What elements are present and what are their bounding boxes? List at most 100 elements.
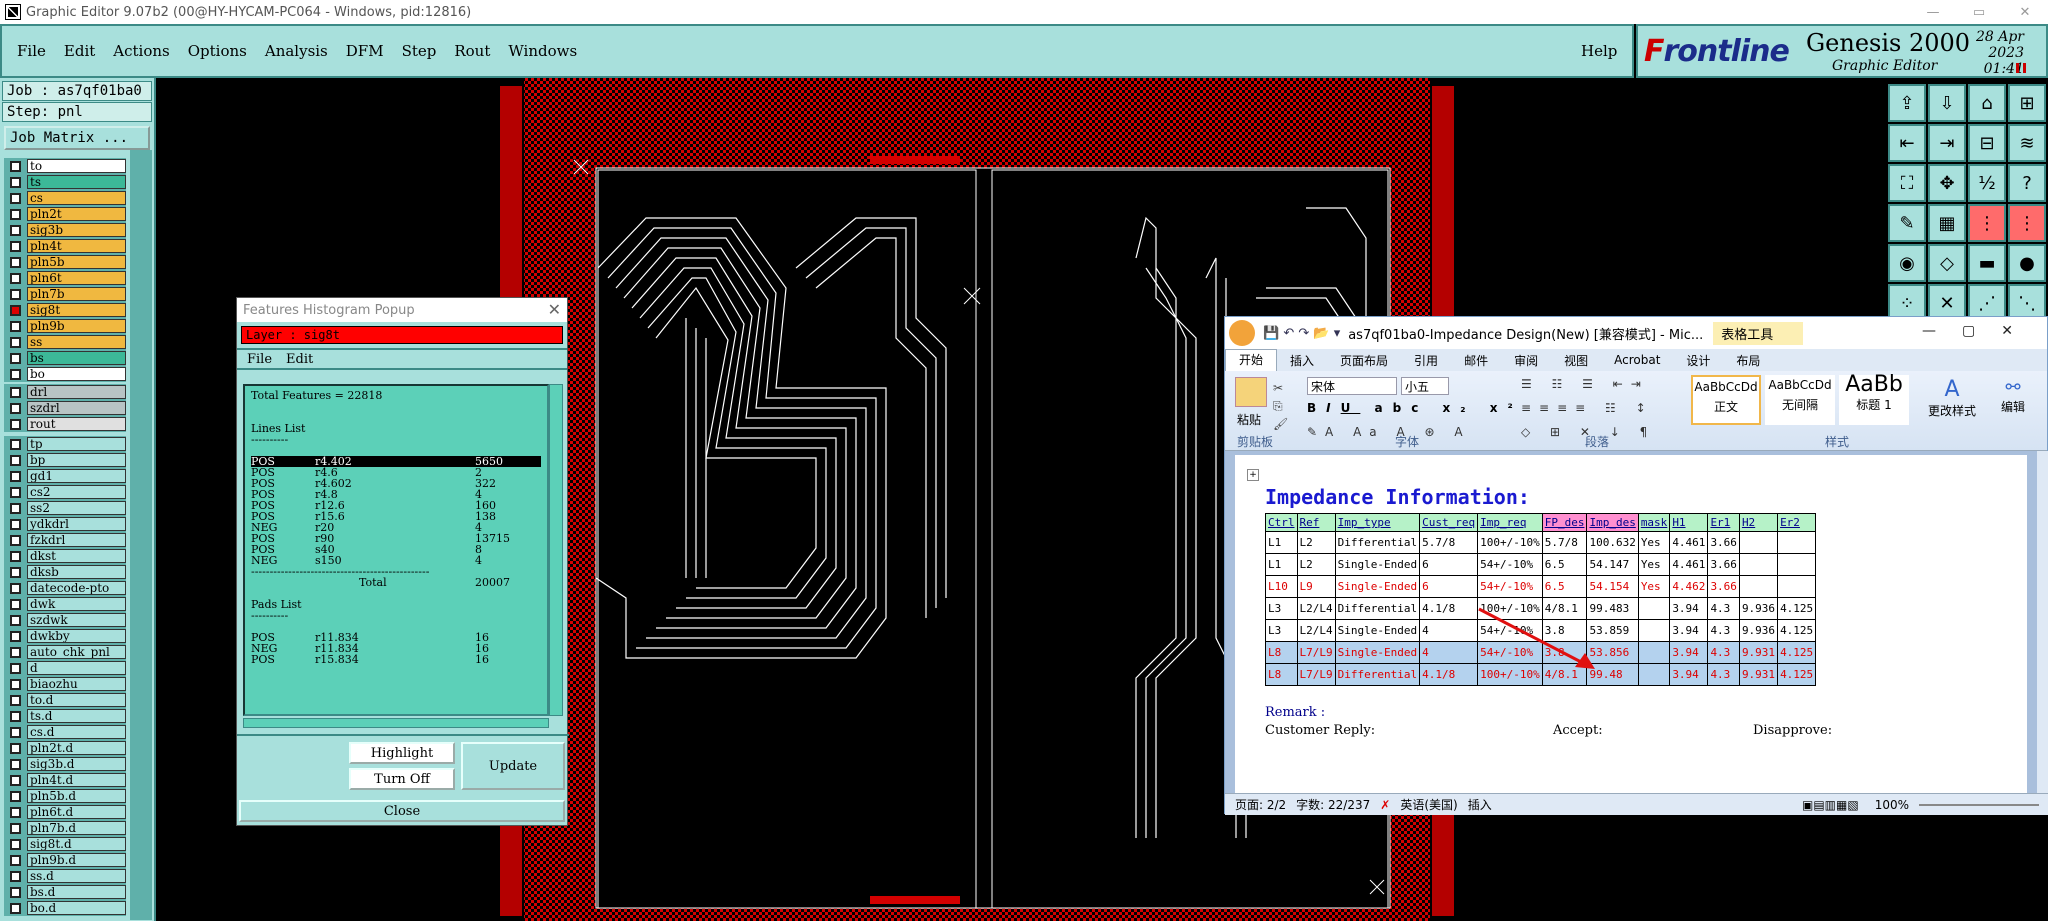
table-cell[interactable]: L3 xyxy=(1265,619,1298,642)
layer-checkbox[interactable] xyxy=(10,806,21,818)
table-cell[interactable]: 9.936 xyxy=(1738,619,1779,642)
histogram-row[interactable]: POS s40 8 xyxy=(251,544,541,555)
layer-row[interactable]: fzkdrl xyxy=(4,532,126,548)
table-cell[interactable]: Single-Ended xyxy=(1334,619,1421,642)
table-cell[interactable] xyxy=(1637,619,1671,642)
tool-icon-18[interactable]: ◇ xyxy=(1928,244,1966,282)
list-buttons[interactable]: ☰ ☷ ☰ ⇤⇥ xyxy=(1521,377,1649,391)
popup-menu-file[interactable]: File xyxy=(247,352,272,367)
layer-row[interactable]: pln4t.d xyxy=(4,772,126,788)
layer-checkbox[interactable] xyxy=(10,694,21,706)
layer-checkbox[interactable] xyxy=(10,566,21,578)
layer-checkbox[interactable] xyxy=(10,368,21,380)
ribbon-tab[interactable]: 页面布局 xyxy=(1327,352,1401,369)
table-header-cell[interactable]: FP_des xyxy=(1541,513,1588,532)
close-button[interactable]: Close xyxy=(239,800,565,822)
minimize-button[interactable]: — xyxy=(1910,0,1956,24)
table-cell[interactable]: 54.147 xyxy=(1586,553,1639,576)
layer-name[interactable]: pln2t xyxy=(27,207,126,221)
histogram-row[interactable]: NEG r11.834 16 xyxy=(251,643,541,654)
layer-name[interactable]: datecode-pto xyxy=(27,581,126,595)
layer-checkbox[interactable] xyxy=(10,386,21,398)
layer-name[interactable]: pln9b xyxy=(27,319,126,333)
table-move-handle[interactable]: + xyxy=(1247,469,1259,481)
table-cell[interactable]: 4.1/8 xyxy=(1419,597,1479,620)
popup-menu-edit[interactable]: Edit xyxy=(286,352,313,367)
layer-row[interactable]: pln5b xyxy=(4,254,126,270)
layer-name[interactable]: bo.d xyxy=(27,901,126,915)
table-cell[interactable]: L8 xyxy=(1265,641,1298,664)
job-matrix-button[interactable]: Job Matrix ... xyxy=(4,126,150,150)
layer-row[interactable]: pln7b xyxy=(4,286,126,302)
layer-row[interactable]: bo.d xyxy=(4,900,126,916)
table-cell[interactable]: 4.3 xyxy=(1707,597,1740,620)
layer-checkbox[interactable] xyxy=(10,208,21,220)
layer-row[interactable]: cs.d xyxy=(4,724,126,740)
table-cell[interactable]: L9 xyxy=(1296,575,1336,598)
table-cell[interactable]: L2/L4 xyxy=(1296,597,1336,620)
layer-name[interactable]: bo xyxy=(27,367,126,381)
layer-row[interactable]: auto_chk_pnl xyxy=(4,644,126,660)
layer-name[interactable]: tp xyxy=(27,437,126,451)
layer-row[interactable]: to xyxy=(4,158,126,174)
table-cell[interactable] xyxy=(1637,663,1671,686)
histogram-row[interactable]: POS r15.834 16 xyxy=(251,654,541,665)
layer-name[interactable]: pln4t xyxy=(27,239,126,253)
layer-row[interactable]: dwk xyxy=(4,596,126,612)
layer-name[interactable]: pln4t.d xyxy=(27,773,126,787)
layer-row[interactable]: cs2 xyxy=(4,484,126,500)
table-cell[interactable]: 4.462 xyxy=(1669,575,1709,598)
layer-name[interactable]: dkst xyxy=(27,549,126,563)
layer-checkbox[interactable] xyxy=(10,502,21,514)
half-icon[interactable]: ½ xyxy=(1968,164,2006,202)
zoom-fit-icon[interactable]: ⛶ xyxy=(1888,164,1926,202)
layer-name[interactable]: ss.d xyxy=(27,869,126,883)
layer-name[interactable]: pln2t.d xyxy=(27,741,126,755)
table-cell[interactable]: 4.3 xyxy=(1707,619,1740,642)
layer-row[interactable]: bs xyxy=(4,350,126,366)
table-cell[interactable]: 9.931 xyxy=(1738,663,1779,686)
layer-checkbox[interactable] xyxy=(10,534,21,546)
layer-name[interactable]: dksb xyxy=(27,565,126,579)
align-buttons[interactable]: ≡≡≡≡ ☷ ↕ xyxy=(1521,401,1654,415)
layer-row[interactable]: rout xyxy=(4,416,126,432)
layer-checkbox[interactable] xyxy=(10,160,21,172)
layer-name[interactable]: bp xyxy=(27,453,126,467)
layer-row[interactable]: dksb xyxy=(4,564,126,580)
layer-name[interactable]: ts.d xyxy=(27,709,126,723)
layer-name[interactable]: cs xyxy=(27,191,126,205)
table-cell[interactable]: 3.94 xyxy=(1669,641,1709,664)
table-cell[interactable]: 3.94 xyxy=(1669,597,1709,620)
style-heading1[interactable]: AaBb 标题 1 xyxy=(1839,374,1909,425)
status-mode[interactable]: 插入 xyxy=(1468,796,1492,813)
table-cell[interactable]: L1 xyxy=(1265,531,1298,554)
layer-checkbox[interactable] xyxy=(10,272,21,284)
table-header-cell[interactable]: Ref xyxy=(1296,513,1336,532)
tool-icon-2[interactable]: ⇩ xyxy=(1928,84,1966,122)
layer-row[interactable]: to.d xyxy=(4,692,126,708)
ribbon-tab[interactable]: 开始 xyxy=(1225,349,1278,371)
menu-dfm[interactable]: DFM xyxy=(337,42,393,60)
zoom-level[interactable]: 100% xyxy=(1875,798,1909,812)
maximize-button[interactable]: ▭ xyxy=(1956,0,2002,24)
table-cell[interactable]: 4 xyxy=(1419,619,1479,642)
layer-row[interactable]: d xyxy=(4,660,126,676)
table-cell[interactable]: 54+/-10% xyxy=(1477,553,1543,576)
table-cell[interactable]: Differential xyxy=(1334,663,1421,686)
layer-name[interactable]: cs2 xyxy=(27,485,126,499)
layer-checkbox[interactable] xyxy=(10,454,21,466)
layer-name[interactable]: fzkdrl xyxy=(27,533,126,547)
layer-name[interactable]: szdrl xyxy=(27,401,126,415)
tool-icon-1[interactable]: ⇪ xyxy=(1888,84,1926,122)
histogram-row[interactable]: POS r12.6 160 xyxy=(251,500,541,511)
table-cell[interactable]: L2 xyxy=(1296,553,1336,576)
layer-checkbox[interactable] xyxy=(10,352,21,364)
layer-row[interactable]: ts xyxy=(4,174,126,190)
layer-checkbox[interactable] xyxy=(10,614,21,626)
histogram-row[interactable]: POS r11.834 16 xyxy=(251,632,541,643)
layer-checkbox[interactable] xyxy=(10,192,21,204)
ribbon-tab[interactable]: 审阅 xyxy=(1501,352,1551,369)
layer-name[interactable]: ydkdrl xyxy=(27,517,126,531)
layer-name[interactable]: pln5b xyxy=(27,255,126,269)
menu-rout[interactable]: Rout xyxy=(445,42,499,60)
